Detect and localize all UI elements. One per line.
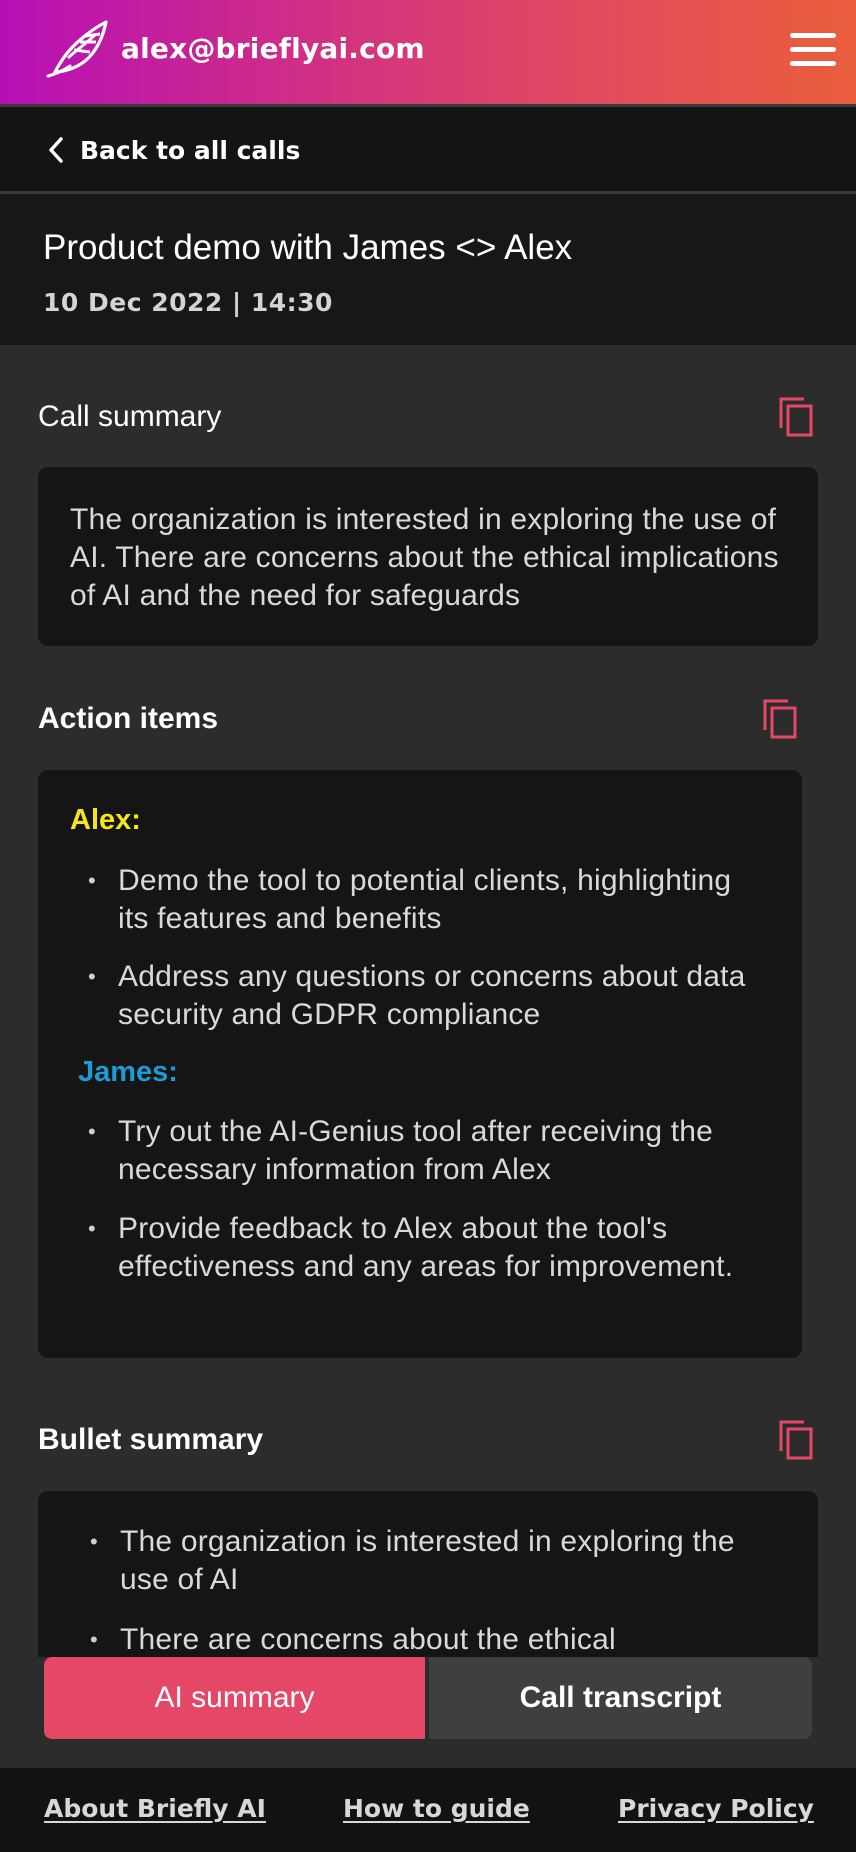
alex-action-list: Demo the tool to potential clients, high… xyxy=(38,862,758,1034)
bullet-summary-list: The organization is interested in explor… xyxy=(40,1523,780,1657)
call-summary-card: The organization is interested in explor… xyxy=(38,467,818,646)
back-to-calls-link[interactable]: Back to all calls xyxy=(46,133,300,167)
how-to-guide-link[interactable]: How to guide xyxy=(343,1794,530,1823)
call-datetime: 10 Dec 2022 | 14:30 xyxy=(43,288,333,317)
about-link[interactable]: About Briefly AI xyxy=(44,1794,266,1823)
bullet-summary-card: The organization is interested in explor… xyxy=(38,1491,818,1657)
tab-call-transcript[interactable]: Call transcript xyxy=(429,1657,812,1739)
account-email: alex@brieflyai.com xyxy=(121,32,425,65)
call-title: Product demo with James <> Alex xyxy=(43,228,573,267)
list-item: The organization is interested in explor… xyxy=(40,1523,780,1599)
app-header: alex@brieflyai.com xyxy=(0,0,856,104)
copy-icon[interactable] xyxy=(778,396,814,438)
action-items-heading: Action items xyxy=(38,702,219,735)
chevron-left-icon xyxy=(49,137,63,163)
list-item: Demo the tool to potential clients, high… xyxy=(38,862,758,938)
list-item: Address any questions or concerns about … xyxy=(38,958,758,1034)
call-header: Product demo with James <> Alex 10 Dec 2… xyxy=(0,194,856,345)
call-summary-heading: Call summary xyxy=(38,400,222,433)
list-item: Try out the AI-Genius tool after receivi… xyxy=(38,1113,758,1189)
back-label: Back to all calls xyxy=(80,135,301,165)
back-bar: Back to all calls xyxy=(0,107,856,191)
list-item: Provide feedback to Alex about the tool'… xyxy=(38,1210,758,1286)
feather-logo-icon[interactable] xyxy=(46,20,110,78)
hamburger-menu-icon[interactable] xyxy=(788,30,838,70)
bullet-summary-heading: Bullet summary xyxy=(38,1423,264,1456)
copy-icon[interactable] xyxy=(762,698,798,740)
james-action-list: Try out the AI-Genius tool after receivi… xyxy=(38,1113,758,1286)
action-items-card: Alex: Demo the tool to potential clients… xyxy=(38,770,802,1358)
page-footer: About Briefly AI How to guide Privacy Po… xyxy=(0,1768,856,1852)
person-label-james: James: xyxy=(78,1056,178,1088)
privacy-policy-link[interactable]: Privacy Policy xyxy=(618,1794,814,1823)
tab-ai-summary[interactable]: AI summary xyxy=(44,1657,425,1739)
copy-icon[interactable] xyxy=(778,1419,814,1461)
call-summary-text: The organization is interested in explor… xyxy=(70,503,779,612)
person-label-alex: Alex: xyxy=(70,804,141,836)
list-item: There are concerns about the ethical xyxy=(40,1621,780,1657)
view-tabs: AI summary Call transcript xyxy=(44,1657,812,1739)
